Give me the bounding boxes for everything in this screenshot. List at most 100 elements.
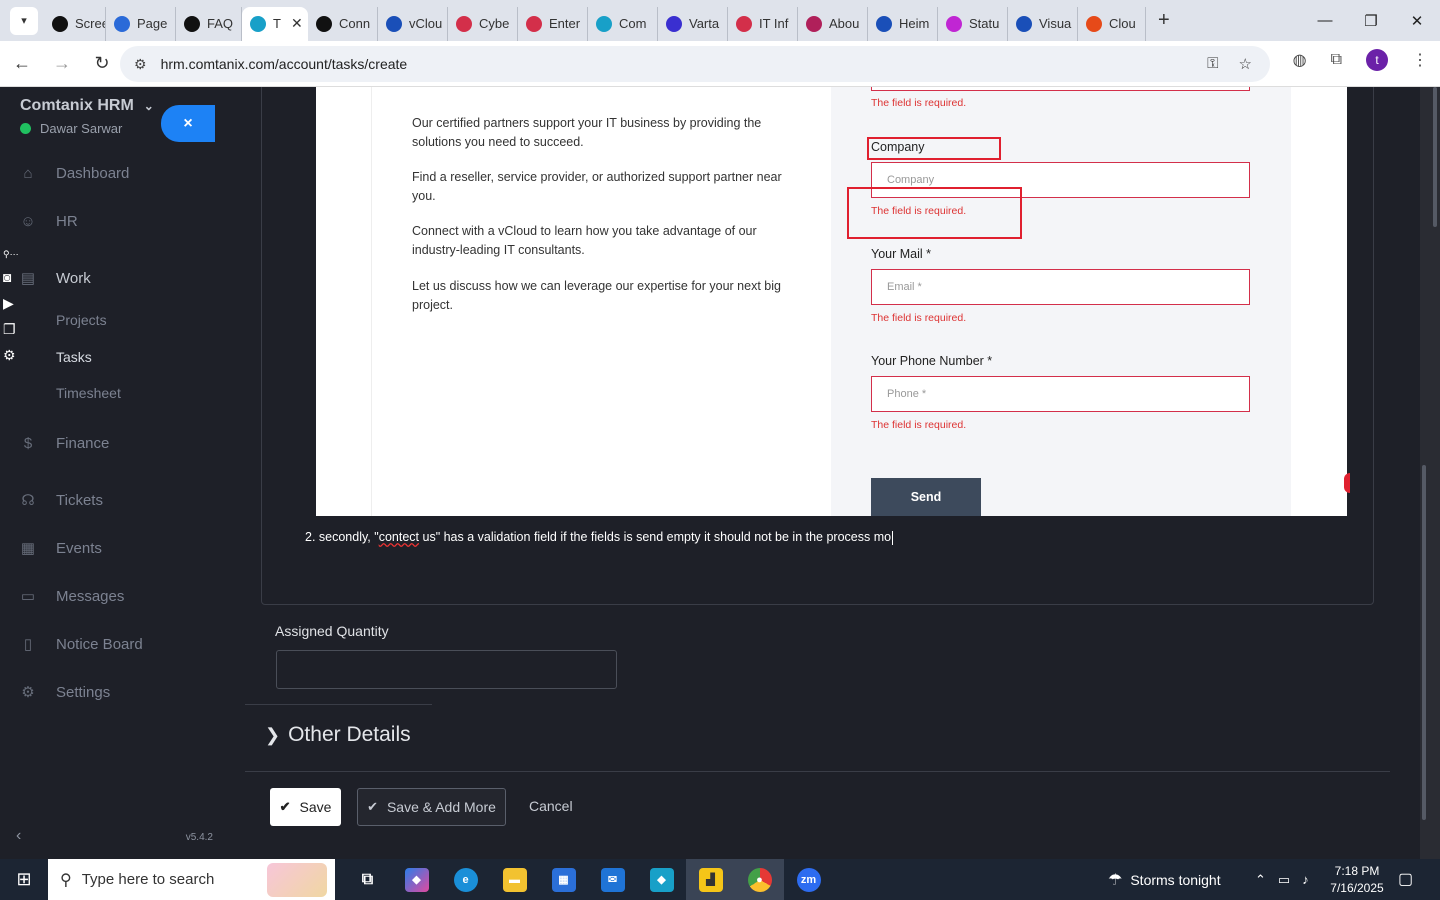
sidebar-close-button[interactable]: ×	[161, 105, 215, 142]
sidebar-item-hr[interactable]: ☺ HR	[20, 213, 77, 230]
browser-tab[interactable]: FAQ	[176, 6, 242, 41]
sidebar-item-tickets[interactable]: ☊ Tickets	[20, 491, 103, 510]
browser-tab[interactable]: Page	[106, 6, 176, 41]
page-scrollbar[interactable]	[1420, 87, 1440, 859]
tab-close-icon[interactable]: ✕	[291, 15, 303, 32]
browser-tab[interactable]: Scree	[44, 6, 106, 41]
sidebar-item-events[interactable]: ▦ Events	[20, 539, 102, 558]
browser-tab[interactable]: Cybe	[448, 6, 518, 41]
browser-tab[interactable]: vClou	[378, 6, 448, 41]
store-icon[interactable]: ▦	[539, 859, 588, 900]
browser-tab[interactable]: Varta	[658, 6, 728, 41]
forward-icon[interactable]: →	[44, 46, 80, 82]
tray-chevron-up-icon[interactable]: ⌃	[1255, 872, 1266, 888]
screenshot-send-button: Send	[871, 478, 981, 516]
scrollbar-thumb[interactable]	[1422, 465, 1426, 820]
other-details-toggle[interactable]: ❯ Other Details	[265, 723, 411, 747]
chrome-icon[interactable]: ●	[735, 859, 784, 900]
tab-favicon-icon	[386, 15, 402, 32]
camera-icon[interactable]: ◙	[3, 269, 11, 285]
volume-icon[interactable]: ♪	[1302, 872, 1309, 887]
browser-tab[interactable]: Com	[588, 6, 658, 41]
browser-tab[interactable]: Abou	[798, 6, 868, 41]
browser-tab[interactable]: Conn	[308, 6, 378, 41]
headset-icon: ☊	[21, 492, 35, 509]
mail-icon[interactable]: ✉	[588, 859, 637, 900]
browser-tab[interactable]: T ✕	[242, 6, 308, 41]
browser-tab[interactable]: Heim	[868, 6, 938, 41]
reload-icon[interactable]: ↻	[84, 46, 120, 82]
back-icon[interactable]: ←	[4, 46, 40, 82]
notification-icon[interactable]: ▢	[1398, 869, 1413, 889]
tab-label: Scree	[75, 16, 106, 31]
video-icon[interactable]: ▶	[3, 295, 14, 312]
browser-tab[interactable]: IT Inf	[728, 6, 798, 41]
screenshot-error: The field is required.	[871, 312, 967, 324]
embedded-screenshot: Our certified partners support your IT b…	[316, 87, 1350, 516]
sticky-notes-icon[interactable]: ▟	[686, 859, 735, 900]
translate-icon[interactable]: ◍	[1293, 50, 1307, 70]
screenshot-paragraph: Find a reseller, service provider, or au…	[412, 170, 782, 203]
screenshot-input-top	[871, 87, 1250, 91]
task-view-icon[interactable]: ⧉	[343, 859, 392, 900]
sidebar-item-messages[interactable]: ▭ Messages	[20, 587, 125, 606]
editor-text-part: us" has a validation field if the fields…	[419, 530, 892, 544]
menu-kebab-icon[interactable]: ⋮	[1412, 50, 1428, 70]
new-tab-icon[interactable]: +	[1158, 9, 1170, 32]
app-blue-icon[interactable]: ◆	[637, 859, 686, 900]
url-omnibox[interactable]: ⚙ hrm.comtanix.com/account/tasks/create …	[120, 46, 1270, 82]
copy-icon[interactable]: ❐	[3, 321, 16, 338]
maximize-icon[interactable]: ❐	[1348, 0, 1394, 41]
sidebar-item-dashboard[interactable]: ⌂ Dashboard	[20, 165, 129, 182]
recorder-settings-icon[interactable]: ⚙	[3, 347, 16, 364]
password-key-icon[interactable]: ⚿	[1207, 55, 1218, 73]
brand[interactable]: Comtanix HRM ⌄	[20, 97, 154, 115]
edge-icon[interactable]: e	[441, 859, 490, 900]
taskbar-search-placeholder: Type here to search	[81, 871, 215, 888]
assigned-quantity-label: Assigned Quantity	[275, 623, 389, 639]
editor-text-line: 2. secondly, "contect us" has a validati…	[305, 530, 894, 545]
tab-favicon-icon	[184, 15, 200, 32]
scrollbar-thumb[interactable]	[1433, 87, 1437, 227]
recorder-handle-icon[interactable]: ⚲⋯	[3, 249, 19, 260]
sidebar-item-finance[interactable]: $ Finance	[20, 435, 110, 452]
browser-tab[interactable]: Enter	[518, 6, 588, 41]
tab-label: Com	[619, 16, 647, 31]
minimize-icon[interactable]: —	[1302, 0, 1348, 41]
assigned-quantity-input[interactable]	[276, 650, 617, 689]
sidebar-subitem-projects[interactable]: Projects	[56, 312, 107, 328]
file-explorer-icon[interactable]: ▬	[490, 859, 539, 900]
sidebar-item-settings[interactable]: ⚙ Settings	[20, 683, 110, 702]
profile-avatar[interactable]: t	[1366, 49, 1388, 71]
tab-search-button[interactable]: ▾	[10, 6, 38, 35]
tab-strip: ▾ Scree Page FAQ T ✕ Conn vClou Cybe Enter Com Var…	[0, 0, 1170, 41]
browser-tab[interactable]: Visua	[1008, 6, 1078, 41]
browser-tab[interactable]: Statu	[938, 6, 1008, 41]
extensions-icon[interactable]: ⧉	[1331, 51, 1342, 69]
zoom-icon[interactable]: zm	[784, 859, 833, 900]
tab-label: Heim	[899, 16, 930, 31]
sidebar-subitem-timesheet[interactable]: Timesheet	[56, 385, 121, 401]
browser-tab[interactable]: Clou	[1078, 6, 1146, 41]
sidebar-item-notice-board[interactable]: ▯ Notice Board	[20, 635, 143, 654]
save-button[interactable]: ✔ Save	[270, 788, 341, 826]
taskbar-search[interactable]: ⚲ Type here to search	[48, 859, 335, 900]
briefcase-icon: ▤	[20, 270, 36, 287]
close-window-icon[interactable]: ✕	[1394, 0, 1440, 41]
tab-favicon-icon	[806, 15, 822, 32]
save-and-add-more-button[interactable]: ✔ Save & Add More	[357, 788, 506, 826]
screenshot-paragraph: Let us discuss how we can leverage our e…	[412, 279, 781, 312]
weather-widget[interactable]: ☂ Storms tonight	[1108, 859, 1221, 900]
windows-start-icon[interactable]: ⊞	[0, 859, 48, 900]
bookmark-star-icon[interactable]: ☆	[1239, 55, 1252, 73]
taskbar-clock[interactable]: 7:18 PM 7/16/2025	[1322, 863, 1392, 897]
site-info-icon[interactable]: ⚙	[134, 56, 147, 73]
sidebar-subitem-tasks[interactable]: Tasks	[56, 349, 92, 365]
sidebar-item-label: Messages	[56, 587, 125, 605]
collapse-sidebar-icon[interactable]: ‹	[16, 827, 21, 845]
sidebar-item-work[interactable]: ▤ Work	[20, 269, 91, 288]
cancel-button[interactable]: Cancel	[529, 798, 573, 814]
network-icon[interactable]: ▭	[1278, 872, 1290, 888]
home-icon: ⌂	[23, 165, 33, 182]
copilot-icon[interactable]: ◆	[392, 859, 441, 900]
